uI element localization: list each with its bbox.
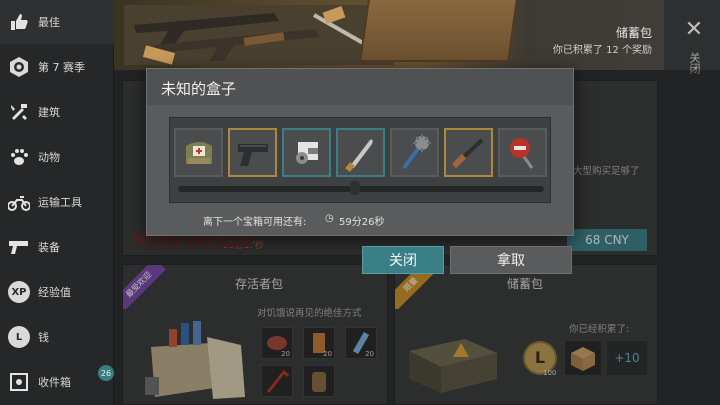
inbox-icon: [8, 371, 30, 393]
savings-banner[interactable]: 储蓄包 你已积累了 12 个奖励: [114, 0, 664, 70]
take-button[interactable]: 拿取: [450, 246, 572, 274]
items-scrollbar[interactable]: [178, 186, 544, 192]
sidebar-item-label: 运输工具: [38, 196, 82, 209]
scrollbar-thumb[interactable]: [350, 181, 360, 195]
reward-shotgun[interactable]: [444, 128, 493, 177]
survivor-pack-desc: 对饥饿说再见的绝佳方式: [257, 308, 362, 319]
sidebar-item-buildings[interactable]: 建筑: [0, 90, 114, 134]
close-vertical-label[interactable]: 关闭: [684, 52, 702, 74]
sidebar-item-inbox[interactable]: 收件箱: [0, 360, 114, 404]
sidebar-item-label: 钱: [38, 331, 49, 344]
survivor-pack-card[interactable]: 最受欢迎 存活者包 对饥饿说再见的绝佳方式 20 20 20: [122, 264, 388, 405]
reward-spiked-mace[interactable]: [390, 128, 439, 177]
reward-metal-parts[interactable]: [282, 128, 331, 177]
shotgun-icon: [451, 138, 483, 168]
weapons-illustration: [124, 5, 394, 65]
thumbs-up-icon: [8, 11, 30, 33]
survivor-slot-water: 20: [345, 327, 377, 359]
reward-pistol[interactable]: [228, 128, 277, 177]
survivor-slot-backpack: [303, 365, 335, 397]
banner-title: 储蓄包: [615, 26, 652, 40]
sidebar-item-label: 经验值: [38, 286, 71, 299]
sidebar-item-vehicles[interactable]: 运输工具: [0, 180, 114, 224]
sidebar-item-equipment[interactable]: 装备: [0, 225, 114, 269]
box-reward-icon: [565, 341, 601, 375]
coin-icon: L: [8, 326, 30, 348]
sidebar-item-money[interactable]: L 钱: [0, 315, 114, 359]
ammo-crate-illustration: [409, 339, 497, 393]
survivor-slot-cane: [261, 365, 293, 397]
buy-price-button[interactable]: 68 CNY: [567, 229, 647, 251]
dialog-title: 未知的盒子: [161, 80, 237, 98]
inbox-count-badge: 26: [98, 365, 114, 381]
unknown-box-dialog: 未知的盒子 离下一个宝箱可用还有: ◷ 59分26秒: [146, 68, 574, 236]
sidebar-item-label: 建筑: [38, 106, 60, 119]
next-chest-timer: 59分26秒: [339, 217, 385, 228]
close-icon[interactable]: ✕: [682, 18, 706, 42]
xp-icon: XP: [8, 281, 30, 303]
reward-first-aid-bag[interactable]: [174, 128, 223, 177]
sidebar-item-label: 最佳: [38, 16, 60, 29]
savings-pack-card[interactable]: 限量 储蓄包 你已经积累了: L 100 +10: [394, 264, 658, 405]
coin-count: 100: [543, 369, 557, 377]
hammer-wrench-icon: [8, 101, 30, 123]
app-root: 最佳 第 7 赛季 建筑 动物 运输工具 装备 XP 经验值 L 钱 收件箱 2…: [0, 0, 720, 405]
survivor-pack-title: 存活者包: [235, 277, 284, 291]
sidebar-item-xp[interactable]: XP 经验值: [0, 270, 114, 314]
sidebar-item-label: 第 7 赛季: [38, 61, 85, 74]
dialog-header: 未知的盒子: [147, 69, 573, 105]
sidebar: 最佳 第 7 赛季 建筑 动物 运输工具 装备 XP 经验值 L 钱 收件箱 2…: [0, 0, 114, 405]
reward-items-panel: [169, 117, 551, 203]
sidebar-item-animals[interactable]: 动物: [0, 135, 114, 179]
close-button[interactable]: 关闭: [362, 246, 444, 274]
supply-bag-illustration: [145, 321, 245, 399]
paw-icon: [8, 146, 30, 168]
next-chest-label: 离下一个宝箱可用还有:: [203, 217, 307, 228]
pistol-icon: [237, 143, 268, 166]
savings-pack-desc: 你已经积累了:: [569, 324, 630, 335]
plus-reward: +10: [607, 341, 647, 375]
clock-icon: ◷: [325, 213, 334, 224]
offer-desc: 大型购买足够了: [573, 166, 640, 177]
banner-subtitle: 你已积累了 12 个奖励: [552, 45, 652, 56]
sidebar-item-season[interactable]: 第 7 赛季: [0, 45, 114, 89]
season-badge-icon: [8, 56, 30, 78]
spiked-mace-icon: [401, 133, 431, 169]
savings-pack-title: 储蓄包: [507, 277, 544, 291]
sidebar-item-label: 收件箱: [38, 376, 71, 389]
metal-parts-icon: [295, 141, 318, 164]
survivor-slot-can: 20: [303, 327, 335, 359]
sidebar-item-best[interactable]: 最佳: [0, 0, 114, 44]
popular-ribbon: 最受欢迎: [123, 265, 166, 309]
crate-illustration: [359, 0, 519, 62]
pistol-icon: [8, 236, 30, 258]
reward-stop-sign-axe[interactable]: [498, 128, 547, 177]
first-aid-bag-icon: [185, 141, 212, 164]
motorcycle-icon: [8, 191, 30, 213]
stop-sign-icon: [509, 137, 533, 169]
sidebar-item-label: 动物: [38, 151, 60, 164]
survivor-slot-meat: 20: [261, 327, 293, 359]
machete-icon: [344, 139, 373, 172]
reward-machete[interactable]: [336, 128, 385, 177]
sidebar-item-label: 装备: [38, 241, 60, 254]
